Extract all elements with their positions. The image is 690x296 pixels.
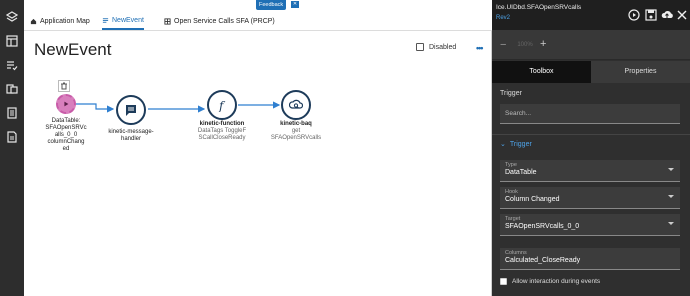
trigger-node-label: DataTable: SFAOpenSRVc alls_0_0 columnCh… xyxy=(45,118,87,152)
divider xyxy=(492,134,690,135)
properties-panel: Ice.UIDbd.SFAOpenSRVcalls Rev2 − 100% + … xyxy=(492,0,690,296)
baq-label: kinetic-baq xyxy=(280,121,312,127)
trigger-node[interactable] xyxy=(56,94,76,114)
tab-label: Open Service Calls SFA (PRCP) xyxy=(174,18,275,25)
trigger-heading: Trigger xyxy=(509,140,532,148)
tab-label: Application Map xyxy=(40,18,90,25)
page-title: NewEvent xyxy=(34,40,112,59)
play-icon xyxy=(64,101,69,107)
hook-field[interactable]: Hook Column Changed xyxy=(500,187,680,209)
allow-interaction-checkbox[interactable] xyxy=(500,278,507,285)
feedback-close-icon[interactable]: ✕ xyxy=(291,1,299,8)
tab-application-map[interactable]: Application Map xyxy=(30,13,90,30)
layout-icon[interactable] xyxy=(0,30,24,52)
zoom-out-button[interactable]: − xyxy=(500,39,506,51)
layers-icon[interactable] xyxy=(0,6,24,28)
zoom-value[interactable]: 100% xyxy=(512,39,538,51)
disabled-toggle[interactable]: Disabled xyxy=(416,43,456,51)
panel-tabs: Toolbox Properties xyxy=(492,61,690,83)
chevron-down-icon: ⌄ xyxy=(500,141,506,148)
close-icon[interactable] xyxy=(676,9,688,21)
event-canvas-area: Application Map NewEvent Open Service Ca… xyxy=(24,0,492,296)
left-nav-rail xyxy=(0,0,24,296)
field-value: Column Changed xyxy=(505,196,560,203)
more-options-icon[interactable]: ••• xyxy=(476,43,484,53)
delete-trigger-icon[interactable] xyxy=(58,80,70,92)
tab-toolbox[interactable]: Toolbox xyxy=(492,61,591,83)
home-icon xyxy=(30,18,37,25)
field-label: Target xyxy=(505,216,521,222)
tab-properties[interactable]: Properties xyxy=(591,61,690,83)
kinetic-message-handler-node[interactable] xyxy=(116,95,146,125)
search-input[interactable]: Search... xyxy=(500,104,680,124)
function-label: kinetic-function xyxy=(199,121,245,127)
pages-icon[interactable] xyxy=(0,102,24,124)
type-field[interactable]: Type DataTable xyxy=(500,160,680,182)
zoom-in-button[interactable]: + xyxy=(540,38,546,50)
columns-field[interactable]: Columns Calculated_CloseReady xyxy=(500,248,680,270)
event-icon xyxy=(102,18,109,23)
save-icon[interactable] xyxy=(645,9,657,21)
field-label: Columns xyxy=(505,250,527,256)
upload-cloud-icon[interactable] xyxy=(661,9,673,21)
kinetic-function-node[interactable]: f xyxy=(207,90,237,120)
field-value: SFAOpenSRVcalls_0_0 xyxy=(505,223,580,230)
cloud-search-icon xyxy=(289,99,303,109)
tab-newevent[interactable]: NewEvent xyxy=(102,13,144,30)
tab-open-service-calls[interactable]: Open Service Calls SFA (PRCP) xyxy=(164,13,275,30)
data-icon[interactable] xyxy=(0,78,24,100)
document-icon[interactable] xyxy=(0,126,24,148)
allow-interaction-toggle[interactable]: Allow interaction during events xyxy=(500,278,600,285)
field-label: Hook xyxy=(505,189,518,195)
field-value: Calculated_CloseReady xyxy=(505,257,581,264)
grid-icon xyxy=(164,18,171,25)
panel-header: Ice.UIDbd.SFAOpenSRVcalls Rev2 xyxy=(492,0,690,30)
disabled-checkbox[interactable] xyxy=(416,43,424,51)
field-label: Type xyxy=(505,162,517,168)
baq-sub-label: get SFAOpenSRVcalls xyxy=(270,128,322,141)
panel-title: Ice.UIDbd.SFAOpenSRVcalls xyxy=(496,4,582,11)
function-sub-label: DataTags ToggleF SCallCloseReady xyxy=(197,128,247,141)
allow-interaction-label: Allow interaction during events xyxy=(512,278,601,285)
caret-down-icon xyxy=(668,168,674,171)
tab-bar: Application Map NewEvent Open Service Ca… xyxy=(24,0,492,31)
svg-text:f: f xyxy=(218,99,226,112)
caret-down-icon xyxy=(668,222,674,225)
target-field[interactable]: Target SFAOpenSRVcalls_0_0 xyxy=(500,214,680,236)
message-icon xyxy=(126,105,136,116)
caret-down-icon xyxy=(668,195,674,198)
play-circle-icon[interactable] xyxy=(628,9,640,21)
kinetic-baq-node[interactable] xyxy=(281,90,311,120)
trigger-section-toggle[interactable]: ⌄ Trigger xyxy=(500,140,532,149)
list-check-icon[interactable] xyxy=(0,54,24,76)
zoom-bar: − 100% + xyxy=(492,30,690,60)
tab-label: NewEvent xyxy=(112,17,144,24)
feedback-button[interactable]: Feedback xyxy=(256,0,287,10)
disabled-label: Disabled xyxy=(429,43,457,51)
field-value: DataTable xyxy=(505,169,537,176)
function-icon: f xyxy=(218,99,226,112)
message-handler-label: kinetic-message- handler xyxy=(108,129,154,142)
section-label: Trigger xyxy=(500,90,522,97)
revision-link[interactable]: Rev2 xyxy=(496,15,510,21)
